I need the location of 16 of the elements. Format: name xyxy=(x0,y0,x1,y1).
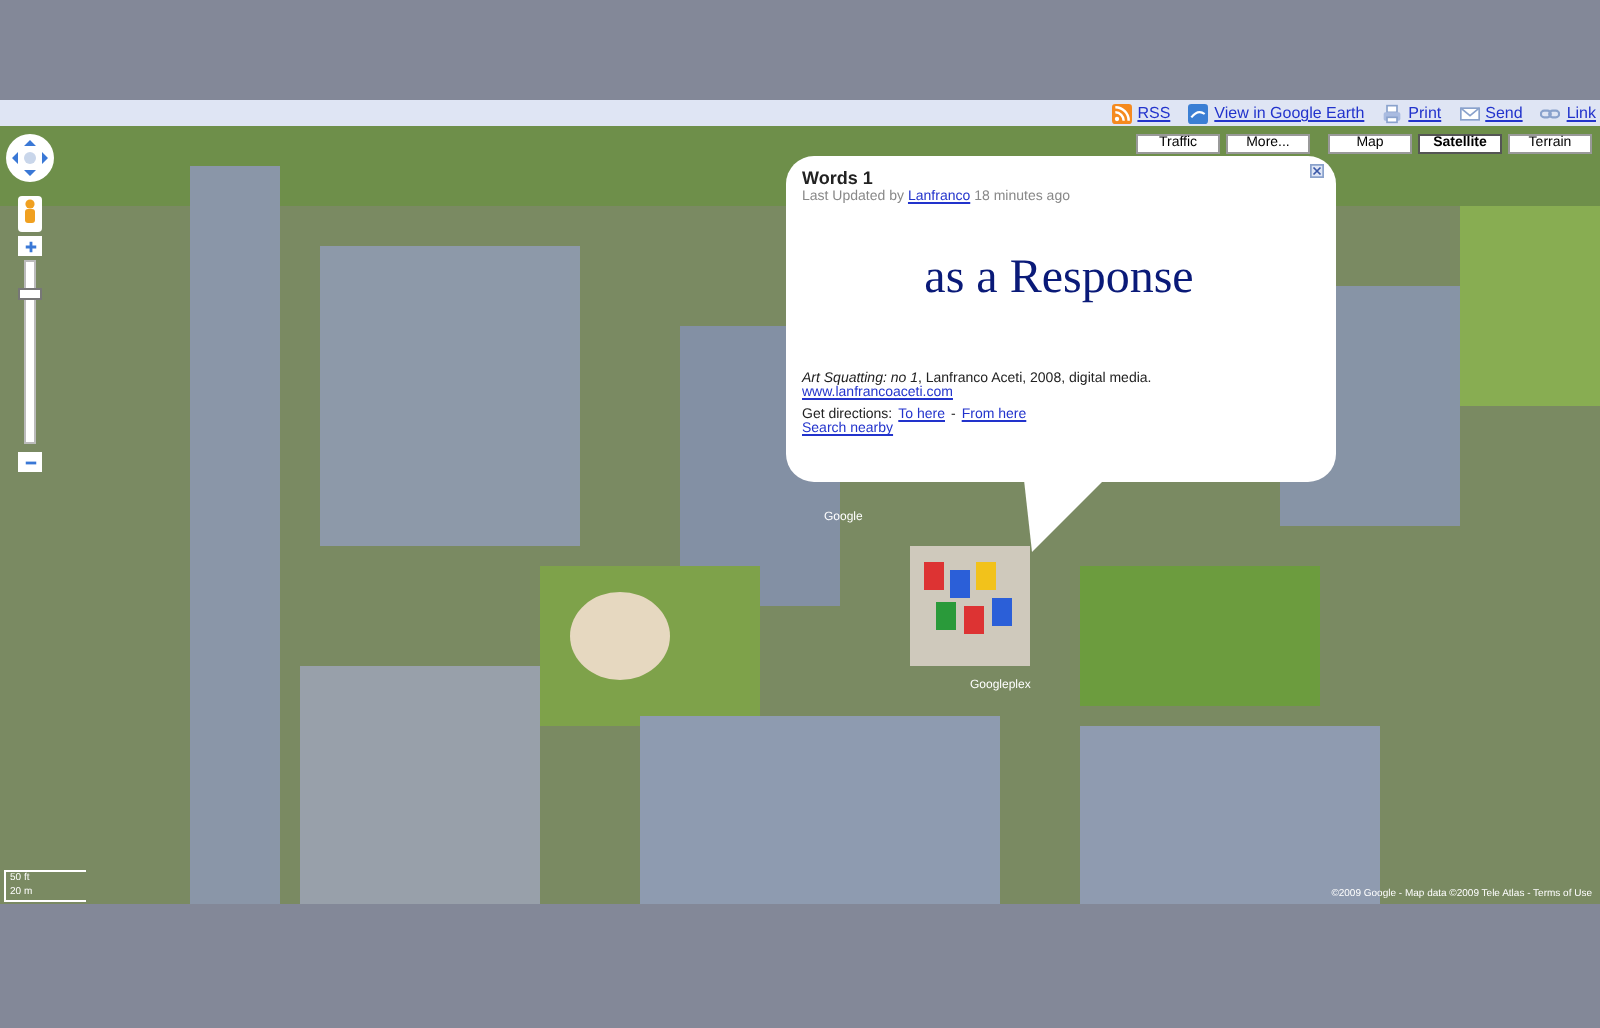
toolbar-link[interactable]: Send xyxy=(1459,103,1523,123)
printer-icon xyxy=(1382,103,1403,123)
toolbar-link[interactable]: View in Google Earth xyxy=(1188,103,1365,123)
close-icon[interactable] xyxy=(1310,164,1324,178)
toolbar-link[interactable]: RSS xyxy=(1111,103,1171,123)
envelope-icon xyxy=(1459,103,1480,123)
zoom-slider-thumb[interactable] xyxy=(18,287,42,300)
toolbar-link[interactable]: Print xyxy=(1382,103,1442,123)
zoom-out-button[interactable] xyxy=(18,452,42,472)
info-window-title: Words 1 xyxy=(802,168,875,188)
toolbar-link[interactable]: Link xyxy=(1540,103,1596,123)
headline-text: as a Response xyxy=(922,252,1196,308)
rss-icon xyxy=(1111,103,1132,123)
zoom-in-button[interactable] xyxy=(18,236,42,256)
pan-control-icon[interactable] xyxy=(4,132,56,184)
plus-icon xyxy=(23,239,37,253)
